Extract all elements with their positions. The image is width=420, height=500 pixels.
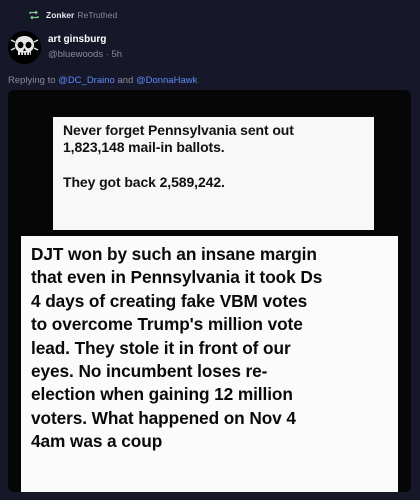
card-top-line-1: Never forget Pennsylvania sent out: [63, 122, 294, 138]
skull-avatar-icon: [8, 31, 41, 64]
reply-to-line: Replying to @DC_Draino and @DonnaHawk: [8, 75, 197, 86]
mention-dc-draino[interactable]: @DC_Draino: [58, 75, 115, 86]
post-image[interactable]: Never forget Pennsylvania sent out 1,823…: [8, 90, 411, 492]
post: Zonker ReTruthed art ginsburg @bluewoods…: [0, 0, 420, 500]
retruth-user[interactable]: Zonker: [46, 10, 74, 20]
card-bottom-text: DJT won by such an insane margin that ev…: [31, 244, 323, 452]
author-handle-time[interactable]: @bluewoods · 5h: [48, 49, 122, 60]
retruth-header: Zonker ReTruthed: [28, 8, 117, 22]
card-top-line-3: They got back 2,589,242.: [63, 174, 225, 190]
avatar[interactable]: [8, 31, 41, 64]
image-text-card-top: Never forget Pennsylvania sent out 1,823…: [53, 117, 374, 230]
card-top-line-2: 1,823,148 mail-in ballots.: [63, 139, 225, 155]
reply-joiner: and: [114, 75, 136, 86]
reply-prefix: Replying to: [8, 75, 59, 86]
author-block: art ginsburg @bluewoods · 5h: [48, 33, 122, 60]
retruth-label: ReTruthed: [77, 10, 118, 20]
mention-donnahawk[interactable]: @DonnaHawk: [136, 75, 197, 86]
retruth-icon: [29, 10, 39, 20]
author-display-name[interactable]: art ginsburg: [48, 33, 122, 46]
image-text-card-bottom: DJT won by such an insane margin that ev…: [21, 236, 398, 492]
